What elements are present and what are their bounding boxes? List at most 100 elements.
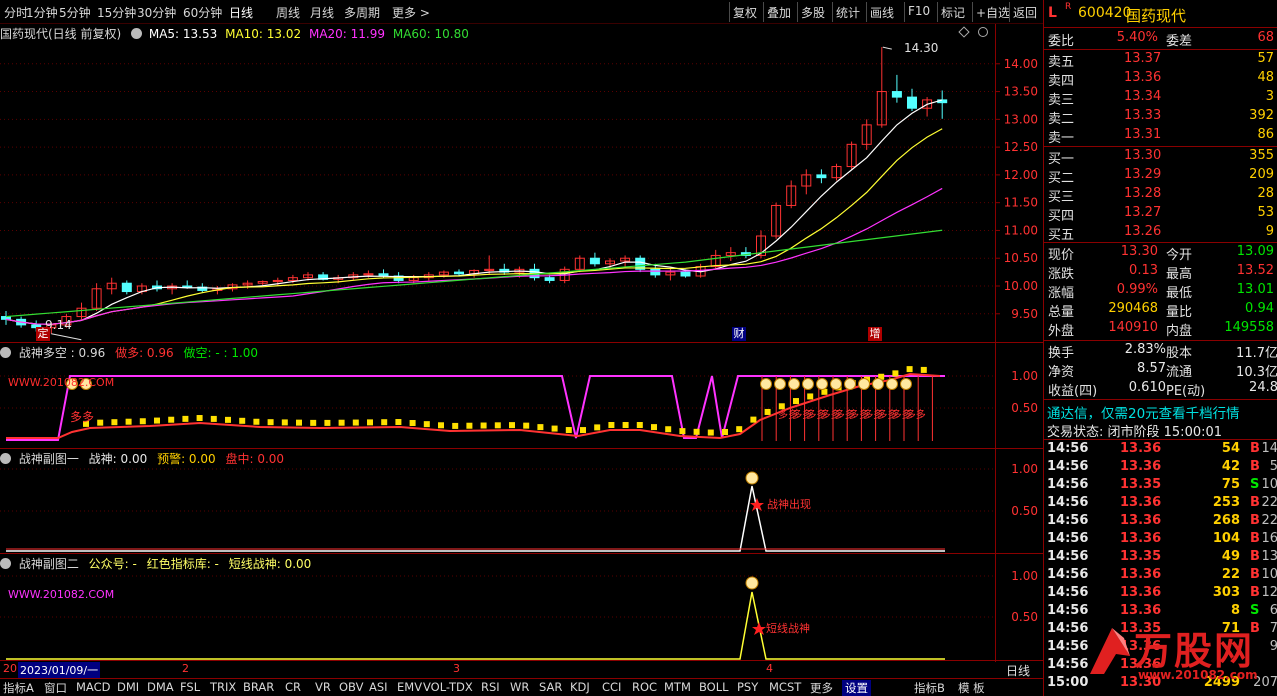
settings-icon[interactable]	[0, 558, 11, 569]
tick-count: 10	[1261, 477, 1277, 492]
l-label: L	[1048, 5, 1057, 21]
book-row[interactable]: 买一 13.30 355	[1044, 148, 1277, 167]
weibi-value: 5.40%	[1116, 30, 1158, 45]
period-tab[interactable]: 分时	[4, 4, 28, 21]
marker-cai[interactable]: 财	[732, 327, 746, 341]
indicator-tab[interactable]: DMI	[117, 680, 139, 694]
circle-icon[interactable]	[978, 27, 988, 37]
period-tab[interactable]: 5分钟	[59, 4, 91, 21]
indicator-tab[interactable]: KDJ	[570, 680, 590, 694]
indicator-tab[interactable]: OBV	[339, 680, 363, 694]
yellow-signal-square	[267, 419, 274, 426]
toolbar-button[interactable]: 复权	[733, 4, 757, 21]
marker-zeng[interactable]: 增	[868, 327, 882, 341]
panel3-yujing: 预警: 0.00	[157, 452, 216, 466]
indicator-tab[interactable]: 指标A	[3, 680, 34, 696]
period-tab[interactable]: 月线	[310, 4, 334, 21]
book-row[interactable]: 卖一 13.31 86	[1044, 127, 1277, 146]
indicator-tab[interactable]: 窗口	[44, 680, 67, 696]
book-row[interactable]: 买三 13.28 28	[1044, 186, 1277, 205]
tick-time: 14:56	[1047, 513, 1089, 528]
indicator-tab[interactable]: ASI	[369, 680, 388, 694]
ma20-line	[5, 187, 943, 325]
indicator-tab[interactable]: CCI	[602, 680, 621, 694]
indicator-tab[interactable]: MCST	[769, 680, 801, 694]
watermark-text: WWW.201082.COM	[8, 376, 115, 389]
settings-icon[interactable]	[0, 453, 11, 464]
settings-icon[interactable]	[131, 28, 143, 39]
panel3-panzhong: 盘中: 0.00	[225, 452, 285, 466]
indicator-tab[interactable]: 指标B	[914, 680, 945, 696]
period-tab[interactable]: 周线	[276, 4, 300, 21]
period-tab[interactable]: 1分钟	[26, 4, 58, 21]
indicator-tab[interactable]: PSY	[737, 680, 758, 694]
tick-price: 13.35	[1120, 477, 1162, 492]
indicator-tab[interactable]: FSL	[180, 680, 200, 694]
book-volume: 9	[1265, 224, 1274, 239]
price-tick-label: 10.00	[1004, 279, 1038, 293]
tick-direction: B	[1250, 549, 1260, 564]
x-axis-period[interactable]: 日线	[1006, 662, 1030, 679]
indicator-tab[interactable]: MTM	[664, 680, 691, 694]
period-tab[interactable]: 日线	[229, 4, 253, 21]
toolbar-button[interactable]: 多股	[801, 4, 825, 21]
indicator-tab[interactable]: 设置	[842, 680, 871, 696]
indicator-tab[interactable]: WR	[510, 680, 529, 694]
toolbar-button[interactable]: 统计	[836, 4, 860, 21]
promo-banner[interactable]: 通达信，仅需20元查看千档行情	[1047, 402, 1240, 422]
book-volume: 209	[1249, 167, 1274, 182]
indicator-tab[interactable]: RSI	[481, 680, 500, 694]
high-price-label: 14.30	[904, 41, 939, 55]
stat-label: 收益(四)	[1048, 384, 1098, 399]
toolbar-button[interactable]: 画线	[870, 4, 894, 21]
yellow-signal-square	[622, 422, 629, 428]
period-tab[interactable]: 更多 >	[392, 4, 430, 21]
indicator-tab[interactable]: VOL-TDX	[423, 680, 473, 694]
settings-icon[interactable]	[0, 347, 11, 358]
period-tab[interactable]: 多周期	[344, 4, 380, 21]
tick-time: 14:56	[1047, 621, 1089, 636]
indicator-tab[interactable]: 模 板	[958, 680, 985, 696]
money-bag-icon	[872, 378, 884, 390]
indicator-tab[interactable]: BOLL	[699, 680, 729, 694]
yellow-signal-square	[139, 418, 146, 425]
yellow-signal-square	[736, 426, 743, 433]
toolbar-button[interactable]: F10	[908, 4, 930, 18]
stat-row: 涨幅 0.99% 最低 13.01	[1044, 282, 1277, 301]
indicator-tab[interactable]: BRAR	[243, 680, 274, 694]
indicator-tab[interactable]: MACD	[76, 680, 110, 694]
tick-direction: B	[1250, 567, 1260, 582]
book-row[interactable]: 卖四 13.36 48	[1044, 70, 1277, 89]
period-tab[interactable]: 15分钟	[97, 4, 136, 21]
tick-time: 14:56	[1047, 531, 1089, 546]
toolbar-button[interactable]: 标记	[941, 4, 965, 21]
indicator-tab[interactable]: SAR	[539, 680, 562, 694]
toolbar-button[interactable]: 返回	[1013, 4, 1037, 21]
tick-time: 14:56	[1047, 567, 1089, 582]
money-bag-icon	[900, 378, 912, 390]
book-row[interactable]: 卖二 13.33 392	[1044, 108, 1277, 127]
indicator-tab[interactable]: VR	[315, 680, 331, 694]
period-tab[interactable]: 60分钟	[183, 4, 222, 21]
x-axis-date: 2023/01/09/一	[18, 662, 101, 678]
indicator-tab[interactable]: 更多	[810, 680, 833, 696]
book-row[interactable]: 卖三 13.34 3	[1044, 89, 1277, 108]
marker-ding[interactable]: 定	[36, 327, 50, 341]
indicator-tab[interactable]: ROC	[632, 680, 657, 694]
toolbar-button[interactable]: 叠加	[767, 4, 791, 21]
indicator-tab[interactable]: DMA	[147, 680, 174, 694]
yellow-signal-square	[608, 422, 615, 428]
book-row[interactable]: 买四 13.27 53	[1044, 205, 1277, 224]
book-row[interactable]: 买五 13.26 9	[1044, 224, 1277, 243]
indicator-tab[interactable]: EMV	[397, 680, 422, 694]
period-tab[interactable]: 30分钟	[137, 4, 176, 21]
book-row[interactable]: 买二 13.29 209	[1044, 167, 1277, 186]
indicator-tab[interactable]: CR	[285, 680, 301, 694]
indicator-tab[interactable]: TRIX	[210, 680, 236, 694]
toolbar-button[interactable]: +自选	[976, 4, 1010, 21]
yellow-signal-square	[551, 425, 558, 432]
stock-title: 国药现代(日线 前复权)	[0, 27, 122, 41]
book-row[interactable]: 卖五 13.37 57	[1044, 51, 1277, 70]
trade-status: 交易状态: 闭市阶段 15:00:01	[1047, 425, 1223, 440]
tick-volume: 303	[1212, 585, 1240, 600]
